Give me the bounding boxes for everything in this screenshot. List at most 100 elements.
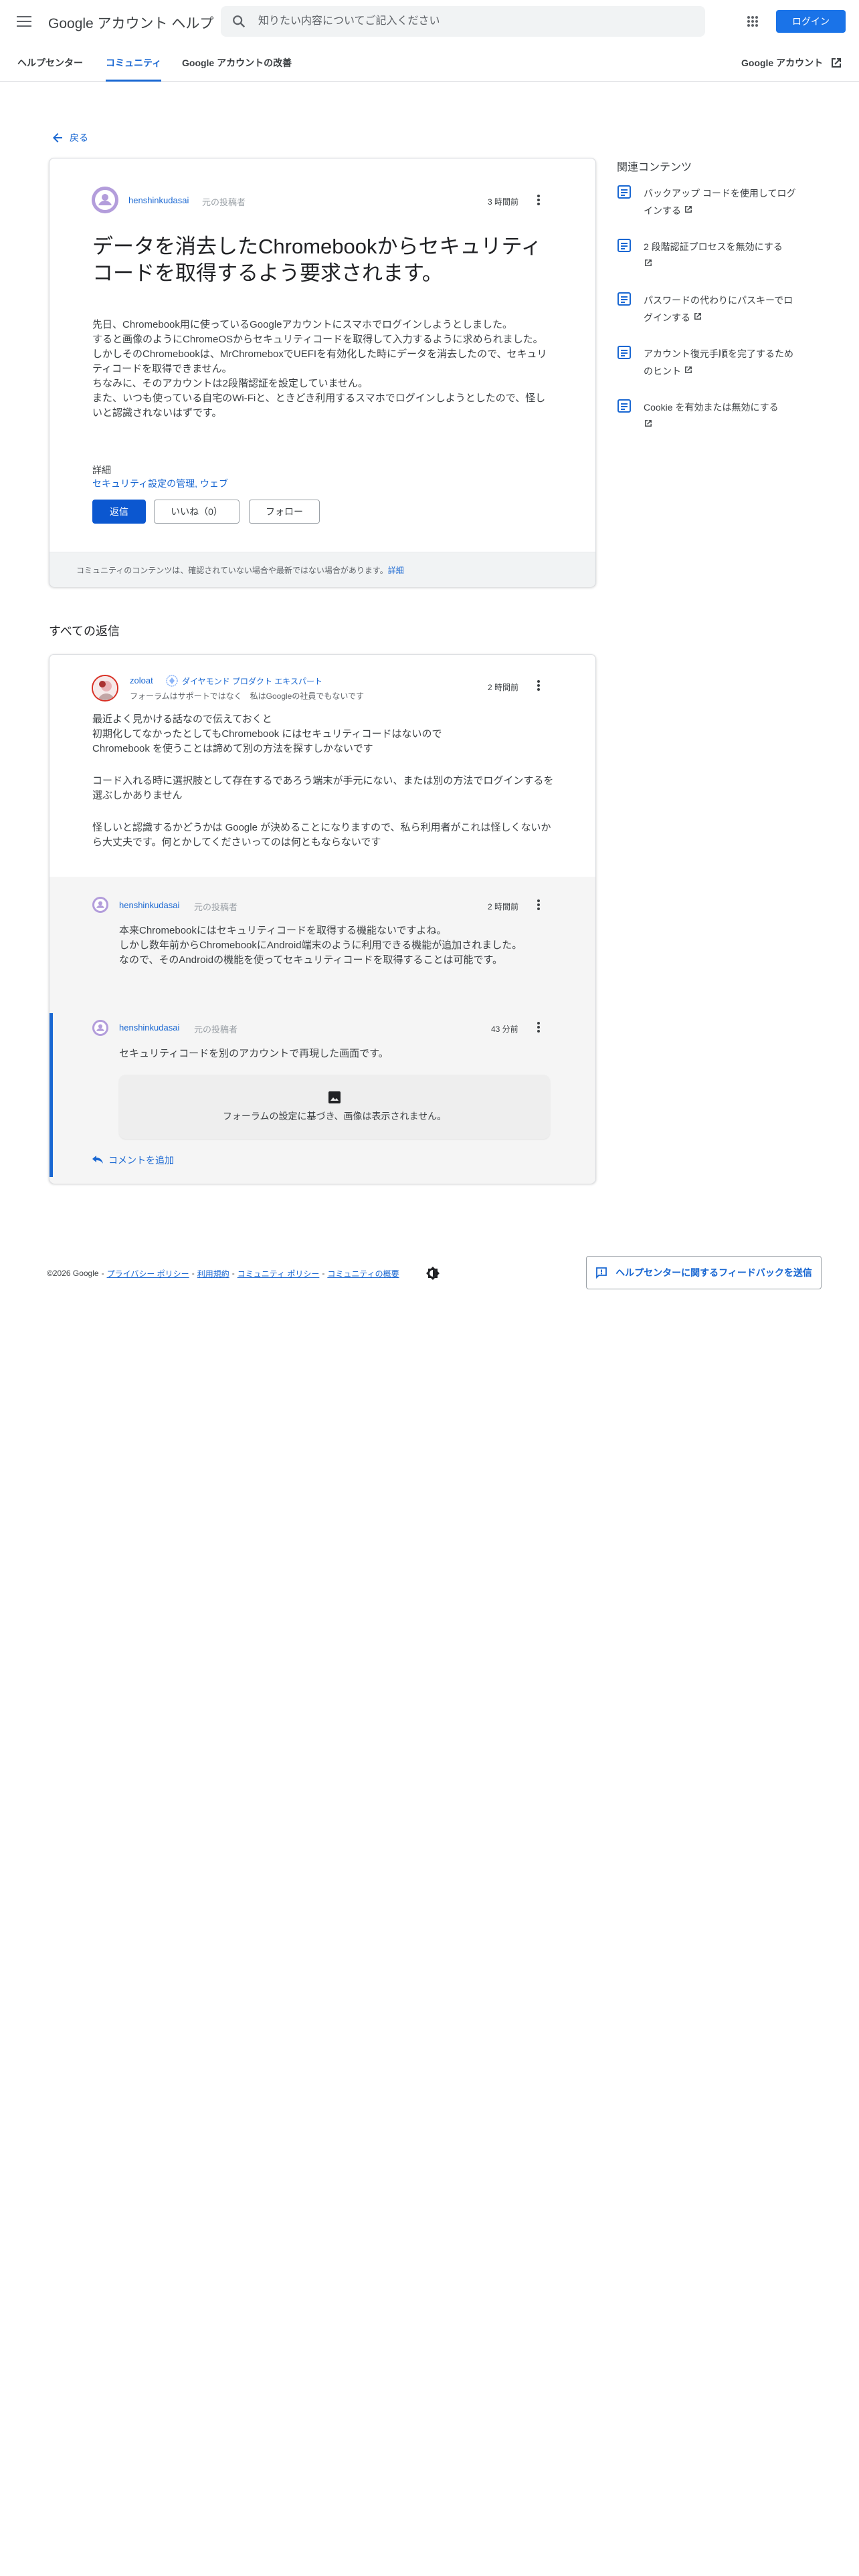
main-menu-button[interactable]: [12, 9, 36, 33]
comment-author-name[interactable]: henshinkudasai: [119, 1023, 179, 1033]
community-policy-link[interactable]: コミュニティ ポリシー: [237, 1268, 320, 1279]
send-feedback-label: ヘルプセンターに関するフィードバックを送信: [615, 1267, 812, 1278]
product-name[interactable]: Google アカウント ヘルプ: [48, 13, 213, 33]
hamburger-menu-icon: [17, 16, 31, 27]
avatar[interactable]: [92, 897, 108, 913]
comment-line: 本来Chromebookにはセキュリティコードを取得する機能ないですよね。: [119, 925, 447, 936]
tab-help-center[interactable]: ヘルプセンター: [17, 56, 83, 82]
details-label: 詳細: [92, 465, 111, 475]
avatar[interactable]: [92, 675, 118, 702]
add-comment-label: コメントを追加: [108, 1155, 174, 1166]
google-apps-button[interactable]: [743, 11, 763, 31]
article-icon: [617, 185, 631, 199]
footer-separator: -: [191, 1269, 195, 1278]
answer-body: 最近よく見かける話なので伝えておくと 初期化してなかったとしてもChromebo…: [92, 712, 554, 850]
footer: ©2026 Google - プライバシー ポリシー - 利用規約 - コミュニティ …: [47, 1265, 441, 1281]
theme-toggle-button[interactable]: [425, 1265, 441, 1281]
question-more-button[interactable]: [531, 192, 547, 208]
question-title: データを消去したChromebookからセキュリティコードを取得するよう要求され…: [92, 235, 542, 285]
question-body-line: 先日、Chromebook用に使っているGoogleアカウントにスマホでログイン…: [92, 319, 513, 330]
related-item-label: 2 段階認証プロセスを無効にする: [644, 241, 783, 252]
question-body: 先日、Chromebook用に使っているGoogleアカウントにスマホでログイン…: [92, 318, 554, 421]
replies-heading: すべての返信: [49, 625, 120, 638]
comment-author-role: 元の投稿者: [194, 1025, 238, 1035]
related-item[interactable]: パスワードの代わりにパスキーでログインする: [617, 292, 797, 326]
google-account-link-label: Google アカウント: [741, 58, 824, 68]
search-input[interactable]: [258, 6, 686, 37]
more-vert-icon: [537, 680, 540, 691]
article-icon: [617, 399, 631, 413]
comment-author-name[interactable]: henshinkudasai: [119, 900, 179, 910]
comment-body: セキュリティコードを別のアカウントで再現した画面です。: [119, 1047, 534, 1061]
related-item-label: Cookie を有効または無効にする: [644, 402, 779, 413]
related-item[interactable]: 2 段階認証プロセスを無効にする: [617, 238, 797, 273]
reply-button[interactable]: 返信: [92, 500, 146, 524]
related-item[interactable]: バックアップ コードを使用してログインする: [617, 185, 797, 219]
back-link-label: 戻る: [70, 132, 88, 143]
external-link-icon: [645, 259, 652, 266]
comment-time: 43 分前: [491, 1025, 518, 1034]
author-name[interactable]: henshinkudasai: [128, 195, 189, 205]
person-icon: [92, 187, 118, 213]
add-comment-button[interactable]: コメントを追加: [92, 1154, 174, 1167]
diamond-expert-badge-icon: [166, 675, 178, 687]
related-item[interactable]: アカウント復元手順を完了するためのヒント: [617, 345, 797, 380]
tab-account-improvement[interactable]: Google アカウントの改善: [182, 56, 292, 82]
content-notice: コミュニティのコンテンツは、確認されていない場合や最新ではない場合があります。詳…: [50, 552, 595, 587]
answer-time: 2 時間前: [488, 683, 519, 692]
footer-separator: -: [101, 1269, 104, 1278]
follow-button[interactable]: フォロー: [249, 500, 320, 524]
back-link[interactable]: 戻る: [52, 131, 88, 144]
login-button[interactable]: ログイン: [776, 10, 846, 33]
footer-separator: -: [231, 1269, 235, 1278]
comment-line: セキュリティコードを別のアカウントで再現した画面です。: [119, 1048, 389, 1059]
terms-link[interactable]: 利用規約: [197, 1268, 229, 1279]
nav-tabs: ヘルプセンター コミュニティ Google アカウントの改善 Google アカ…: [0, 43, 859, 82]
author-role: 元の投稿者: [202, 197, 246, 207]
details-link[interactable]: セキュリティ設定の管理, ウェブ: [92, 477, 228, 490]
image-icon: [328, 1091, 341, 1103]
external-link-icon: [645, 420, 652, 427]
search-box[interactable]: [221, 6, 705, 37]
tab-community[interactable]: コミュニティ: [106, 56, 162, 82]
article-icon: [617, 292, 631, 306]
comment-more-button[interactable]: [531, 1019, 547, 1035]
hidden-image-placeholder: フォーラムの設定に基づき、画像は表示されません。: [119, 1075, 550, 1139]
user-photo-icon: [93, 676, 117, 700]
external-link-icon: [832, 58, 842, 68]
notice-details-link[interactable]: 詳細: [388, 566, 404, 575]
article-icon: [617, 346, 631, 359]
privacy-policy-link[interactable]: プライバシー ポリシー: [107, 1268, 189, 1279]
hidden-image-notice: フォーラムの設定に基づき、画像は表示されません。: [222, 1111, 447, 1121]
avatar[interactable]: [92, 1020, 108, 1036]
related-item-label: パスワードの代わりにパスキーでログインする: [644, 295, 793, 323]
top-app-bar: Google アカウント ヘルプ ログイン: [0, 0, 859, 43]
question-body-line: ちなみに、そのアカウントは2段階認証を設定していません。: [92, 378, 368, 389]
footer-separator: -: [322, 1269, 325, 1278]
answer-author-name[interactable]: zoloat: [130, 675, 153, 685]
comment-time: 2 時間前: [488, 902, 519, 911]
more-vert-icon: [537, 1022, 540, 1033]
avatar[interactable]: [92, 187, 118, 213]
search-icon[interactable]: [231, 14, 246, 29]
external-link-icon: [684, 366, 692, 373]
answer-line: 怪しいと認識するかどうかは Google が決めることになりますので、私ら利用者…: [92, 822, 551, 848]
person-icon: [92, 897, 108, 913]
send-feedback-button[interactable]: ヘルプセンターに関するフィードバックを送信: [586, 1256, 822, 1289]
related-item[interactable]: Cookie を有効または無効にする: [617, 399, 797, 433]
post-time: 3 時間前: [488, 197, 519, 207]
question-body-line: しかしそのChromebookは、MrChromeboxでUEFIを有効化した時…: [92, 348, 547, 374]
like-button[interactable]: いいね（0）: [154, 500, 240, 524]
new-comment-indicator: [50, 1013, 53, 1177]
google-account-link[interactable]: Google アカウント: [741, 56, 843, 70]
related-content-title: 関連コンテンツ: [617, 162, 692, 173]
answer-line: コード入れる時に選択肢として存在するであろう端末が手元にない、または別の方法でロ…: [92, 775, 554, 801]
question-body-line: また、いつも使っている自宅のWi-Fiと、ときどき利用するスマホでログインしよう…: [92, 393, 546, 419]
community-overview-link[interactable]: コミュニティの概要: [327, 1268, 399, 1279]
expert-badge-label[interactable]: ダイヤモンド プロダクト エキスパート: [182, 675, 322, 687]
answer-card: zoloat ダイヤモンド プロダクト エキスパート フォーラムはサポートではな…: [49, 654, 596, 1184]
comment-more-button[interactable]: [531, 897, 547, 913]
answer-line: 最近よく見かける話なので伝えておくと: [92, 714, 272, 725]
answer-more-button[interactable]: [531, 677, 547, 693]
question-body-line: すると画像のようにChromeOSからセキュリティコードを取得して入力するように…: [92, 334, 543, 345]
